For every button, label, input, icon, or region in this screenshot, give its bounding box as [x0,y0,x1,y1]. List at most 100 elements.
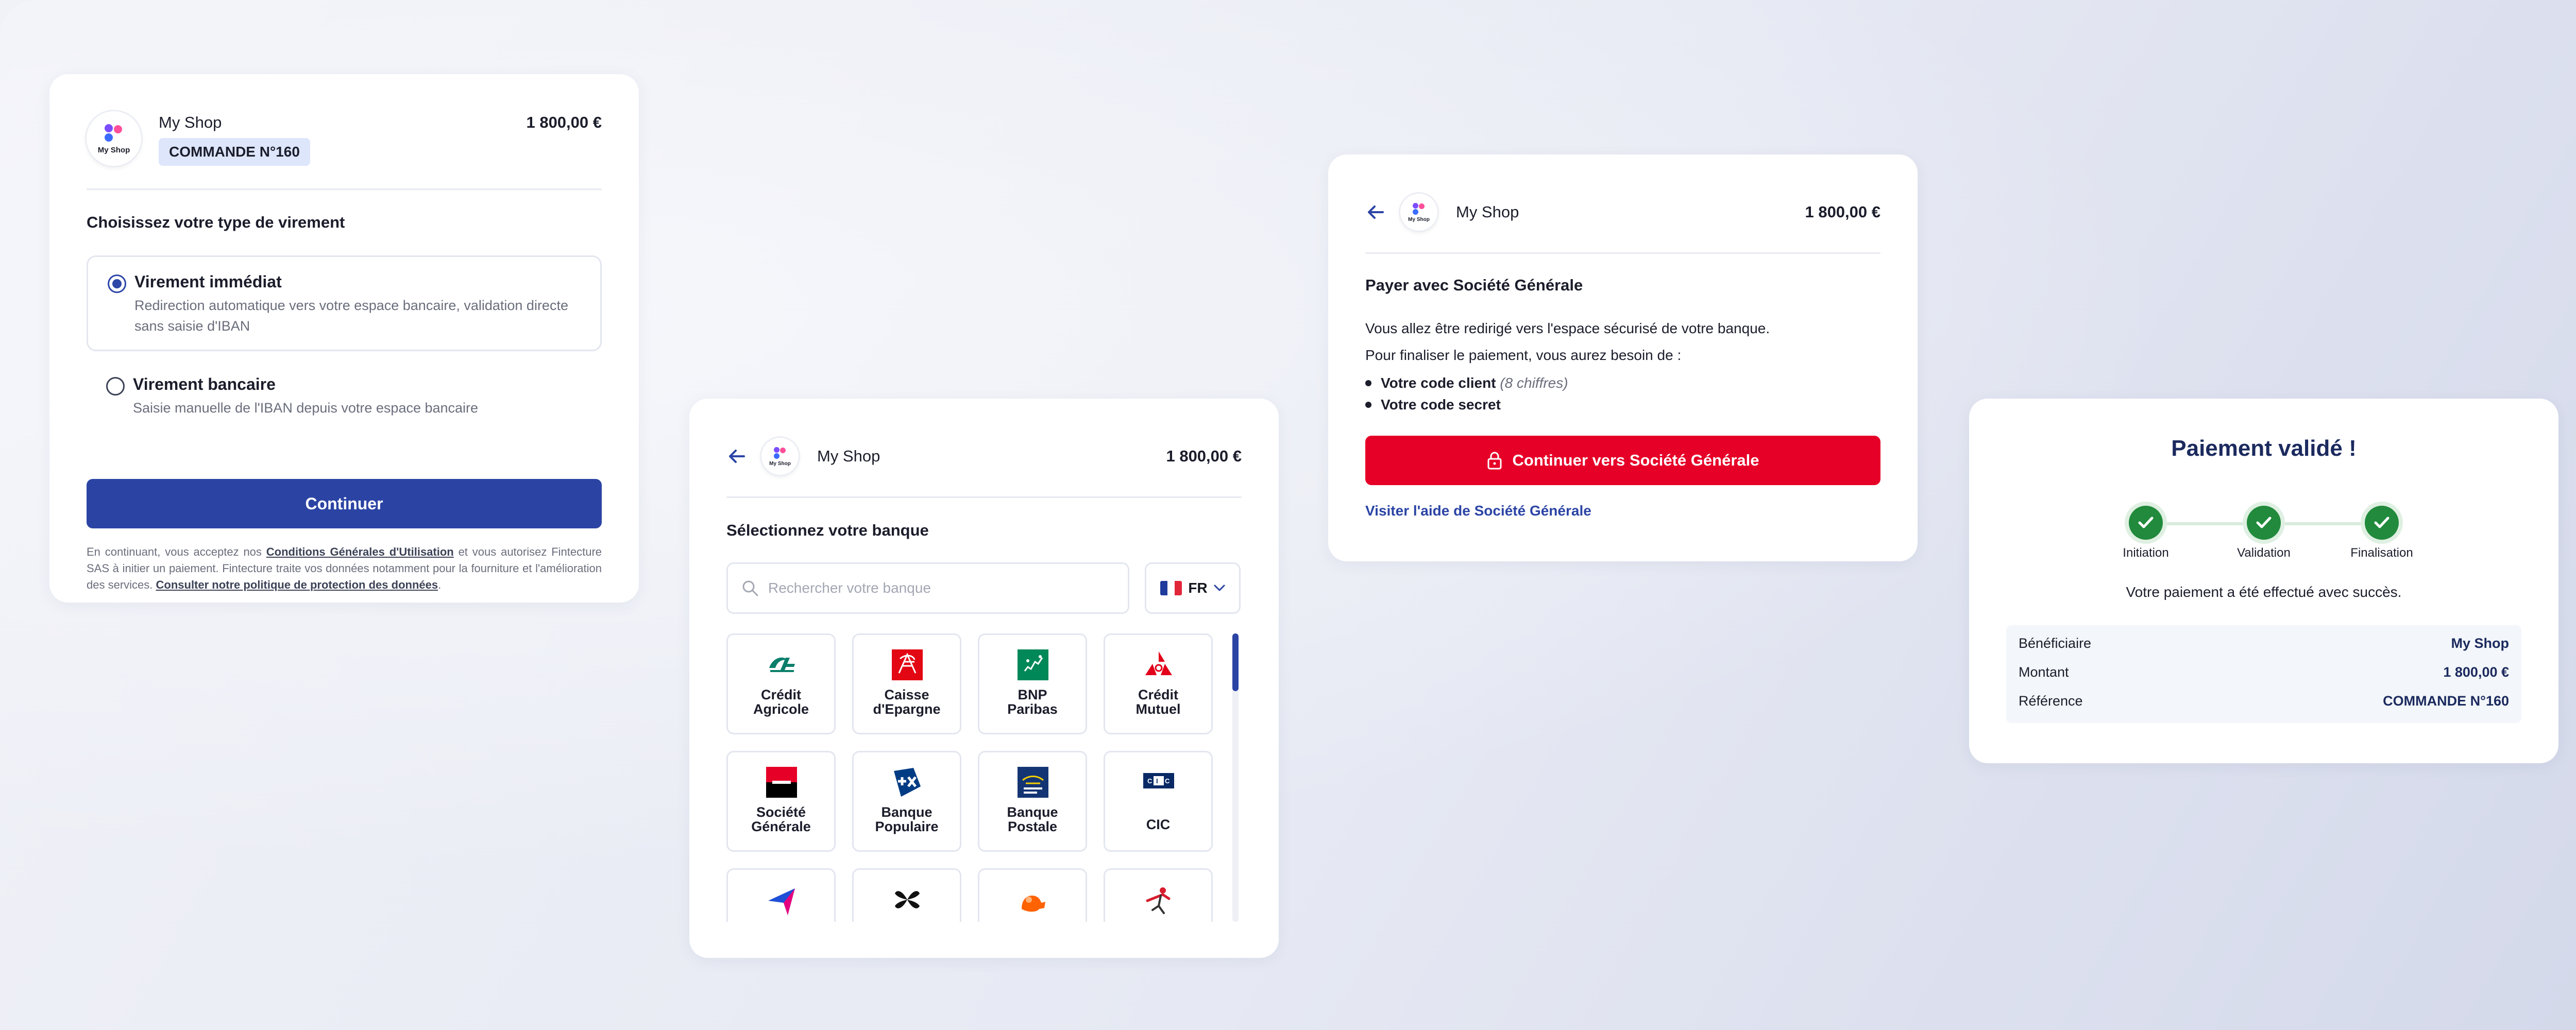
checkmark-icon [2256,517,2272,528]
option-description: Redirection automatique vers votre espac… [134,298,568,334]
bank-search-box[interactable] [726,562,1129,614]
svg-text:C: C [1165,777,1170,785]
arrow-bank-logo-icon [768,888,795,915]
bank-redirect-card: My Shop My Shop 1 800,00 € Payer avec So… [1328,154,1918,561]
option-title: Virement bancaire [133,375,276,393]
step-label-initiation: Initiation [2123,546,2169,560]
banque-populaire-logo-icon [894,768,921,797]
continue-button[interactable]: Continuer [87,479,602,528]
requirement-label: Votre code secret [1381,397,1501,413]
lion-bank-logo-icon [1022,896,1045,912]
progress-line [2146,522,2264,525]
shop-logo-mark-icon [104,123,124,144]
summary-value-beneficiary: My Shop [2451,636,2510,651]
shop-logo-text: My Shop [1408,216,1430,222]
radio-bank-transfer[interactable] [106,377,125,396]
bank-name: Société Générale [751,804,811,834]
order-amount: 1 800,00 € [1166,447,1242,465]
legal-text: . [438,578,442,591]
shop-logo: My Shop [761,438,799,475]
back-arrow-icon[interactable] [1365,202,1386,222]
bank-redirect-heading: Payer avec Société Générale [1365,276,1583,294]
search-icon [742,580,758,596]
checkmark-icon [2374,517,2389,528]
requirements-intro-text: Pour finaliser le paiement, vous aurez b… [1365,347,1682,363]
bank-selection-card: My Shop My Shop 1 800,00 € Sélectionnez … [689,399,1279,958]
bank-tile-caisse-epargne[interactable]: Caisse d'Epargne [852,633,961,734]
requirement-label: Votre code client [1381,375,1496,391]
shop-logo-mark-icon [1412,202,1426,216]
legal-notice: En continuant, vous acceptez nos Conditi… [87,544,602,593]
bank-name: Banque Postale [1007,804,1058,834]
bank-tile-credit-mutuel[interactable]: Crédit Mutuel [1104,633,1213,734]
country-select[interactable]: FR [1145,562,1241,614]
option-instant-transfer[interactable]: Virement immédiat Redirection automatiqu… [87,255,602,351]
header-divider [87,188,602,190]
summary-label-reference: Référence [2019,693,2083,709]
option-bank-transfer[interactable]: Virement bancaire Saisie manuelle de l'I… [87,367,602,428]
svg-text:I: I [1156,777,1158,785]
summary-label-amount: Montant [2019,664,2069,680]
step-validation-check [2247,506,2281,540]
bank-list-scrollbar-thumb[interactable] [1232,633,1239,691]
bank-tile-banque-postale[interactable]: Banque Postale [978,751,1087,852]
payment-success-card: Paiement validé ! Initiation Validation … [1969,399,2558,763]
step-initiation-check [2129,506,2163,540]
step-label-validation: Validation [2237,546,2291,560]
banque-postale-logo-icon [1018,767,1048,798]
shop-name: My Shop [817,447,880,465]
bank-tile-credit-agricole[interactable]: Crédit Agricole [726,633,836,734]
radio-instant-transfer[interactable] [108,274,126,293]
caisse-epargne-logo-icon [892,649,923,680]
shop-logo-mark-icon [773,447,787,460]
bank-tile-arrow[interactable] [726,868,836,922]
requirement-hint: (8 chiffres) [1500,375,1568,391]
bank-tile-banque-populaire[interactable]: Banque Populaire [852,751,961,852]
shop-logo: My Shop [87,111,141,166]
bank-tile-cic[interactable]: CIC CIC [1104,751,1213,852]
summary-value-reference: COMMANDE N°160 [2383,693,2509,709]
header-divider [726,496,1242,498]
success-message: Votre paiement a été effectué avec succè… [2126,584,2402,600]
requirement-client-code: Votre code client (8 chiffres) [1365,375,1568,391]
shop-logo-text: My Shop [769,460,791,467]
transfer-type-heading: Choisissez votre type de virement [87,213,345,231]
summary-label-beneficiary: Bénéficiaire [2019,636,2092,651]
bank-name: Banque Populaire [875,804,939,834]
france-flag-icon [1160,581,1182,595]
societe-generale-logo-icon [766,767,797,798]
bnp-paribas-logo-icon [1018,649,1048,680]
bank-tile-societe-generale[interactable]: Société Générale [726,751,836,852]
bank-tile-bnp-paribas[interactable]: BNP Paribas [978,633,1087,734]
bank-tile-lion[interactable] [978,868,1087,922]
figure-bank-logo-icon [1146,887,1171,914]
background-frame: My Shop My Shop COMMANDE N°160 1 800,00 … [0,0,2576,1030]
continue-to-bank-label: Continuer vers Société Générale [1512,451,1759,469]
x-bank-logo-icon [895,891,920,908]
shop-name: My Shop [1456,203,1519,221]
order-amount: 1 800,00 € [1805,203,1880,221]
bank-search-input[interactable] [768,564,1118,612]
shop-name: My Shop [159,113,222,131]
legal-text: En continuant, vous acceptez nos [87,545,266,558]
privacy-policy-link[interactable]: Consulter notre politique de protection … [156,578,438,591]
option-description: Saisie manuelle de l'IBAN depuis votre e… [133,400,479,416]
order-amount: 1 800,00 € [526,113,602,131]
bank-name: CIC [1146,817,1171,832]
back-arrow-icon[interactable] [726,446,747,467]
credit-agricole-logo-icon [769,657,795,672]
bank-help-link[interactable]: Visiter l'aide de Société Générale [1365,503,1591,519]
cic-logo-icon: CIC [1143,773,1174,788]
success-title: Paiement validé ! [2171,436,2357,461]
terms-link[interactable]: Conditions Générales d'Utilisation [266,545,454,558]
continue-to-bank-button[interactable]: Continuer vers Société Générale [1365,436,1880,485]
checkmark-icon [2138,517,2154,528]
bank-selection-heading: Sélectionnez votre banque [726,521,929,539]
shop-logo: My Shop [1400,194,1437,231]
summary-value-amount: 1 800,00 € [2443,664,2509,680]
bank-name: Caisse d'Epargne [873,687,941,717]
credit-mutuel-logo-icon [1145,651,1172,675]
order-badge: COMMANDE N°160 [159,138,310,166]
bank-tile-figure[interactable] [1104,868,1213,922]
bank-tile-x[interactable] [852,868,961,922]
